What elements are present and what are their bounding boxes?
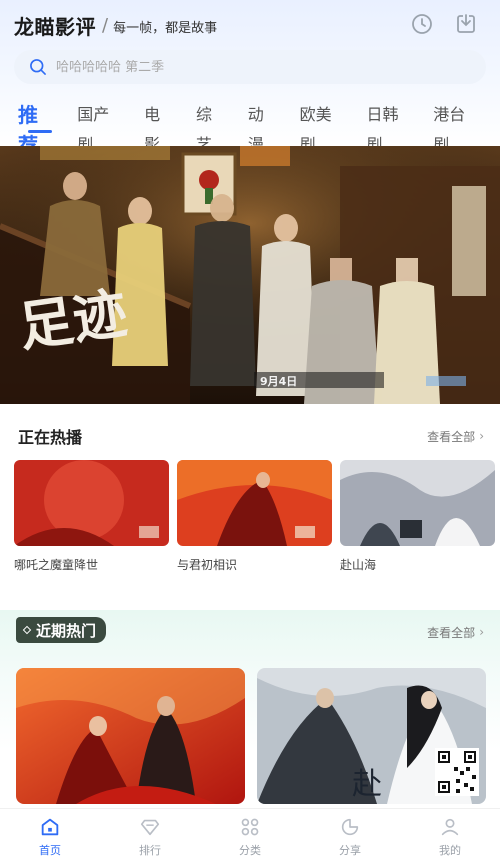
nav-ranking[interactable]: 排行 xyxy=(100,816,200,858)
hot-section-header: 正在热播 查看全部 › xyxy=(18,424,484,448)
nav-home-label: 首页 xyxy=(39,843,61,857)
category-tabs: 推荐 国产剧 电影 综艺 动漫 欧美剧 日韩剧 港台剧 xyxy=(18,100,500,157)
hot-title: 哪吒之魔童降世 xyxy=(14,558,99,572)
header-actions xyxy=(410,12,478,36)
nav-profile[interactable]: 我的 xyxy=(400,816,500,858)
hot-thumb xyxy=(177,460,332,546)
hot-title: 赴山海 xyxy=(340,558,377,572)
recent-card[interactable]: 赴 xyxy=(257,668,486,804)
hot-card[interactable]: 与君初相识 xyxy=(177,460,332,578)
app-tagline: 每一帧，都是故事 xyxy=(113,21,218,36)
poster-image xyxy=(177,460,332,546)
poster-image: 赴 xyxy=(257,668,486,804)
title-divider: / xyxy=(102,14,109,36)
hot-title: 与君初相识 xyxy=(177,558,238,572)
nav-category[interactable]: 分类 xyxy=(200,816,300,858)
home-icon xyxy=(41,818,59,835)
nav-profile-label: 我的 xyxy=(439,843,461,857)
recent-view-all-label: 查看全部 xyxy=(427,625,476,640)
download-icon[interactable] xyxy=(454,12,478,36)
app-title: 龙瞄影评 xyxy=(14,14,96,39)
banner-poster-image: 足迹 9月4日 xyxy=(0,146,500,404)
chevron-right-icon: › xyxy=(479,429,484,443)
share-icon xyxy=(341,818,359,835)
hot-thumb xyxy=(340,460,495,546)
hot-thumb xyxy=(14,460,169,546)
hot-card[interactable]: 哪吒之魔童降世 xyxy=(14,460,169,578)
nav-ranking-label: 排行 xyxy=(139,843,161,857)
recent-list: 赴 xyxy=(16,668,490,804)
hero-banner[interactable]: 足迹 9月4日 xyxy=(0,146,500,404)
diamond-icon xyxy=(140,819,160,835)
poster-image xyxy=(16,668,245,804)
search-bar[interactable] xyxy=(14,50,486,84)
chevron-right-icon: › xyxy=(479,625,484,639)
recent-view-all-link[interactable]: 查看全部 › xyxy=(427,624,484,641)
user-icon xyxy=(441,818,459,835)
app-header: 龙瞄影评 / 每一帧，都是故事 xyxy=(14,10,486,40)
search-input[interactable] xyxy=(56,59,436,75)
recent-card[interactable] xyxy=(16,668,245,804)
search-icon xyxy=(30,59,46,75)
bottom-nav: 首页 排行 分类 分享 我的 xyxy=(0,808,500,864)
hot-section-title: 正在热播 xyxy=(18,428,83,447)
poster-image xyxy=(14,460,169,546)
clock-icon[interactable] xyxy=(410,12,434,36)
hot-view-all-link[interactable]: 查看全部 › xyxy=(427,428,484,445)
poster-image xyxy=(340,460,495,546)
nav-share-label: 分享 xyxy=(339,843,361,857)
nav-home[interactable]: 首页 xyxy=(0,816,100,858)
nav-share[interactable]: 分享 xyxy=(300,816,400,858)
hot-card[interactable]: 赴山海 xyxy=(340,460,495,578)
banner-date-text: 9月4日 xyxy=(260,375,297,388)
nav-category-label: 分类 xyxy=(239,843,261,857)
hot-list: 哪吒之魔童降世 与君初相识 赴山海 xyxy=(14,460,500,578)
recent-section-header: 查看全部 › xyxy=(18,620,484,644)
hot-view-all-label: 查看全部 xyxy=(427,429,476,444)
grid-icon xyxy=(241,818,259,835)
poster-title-text: 赴 xyxy=(352,767,382,802)
